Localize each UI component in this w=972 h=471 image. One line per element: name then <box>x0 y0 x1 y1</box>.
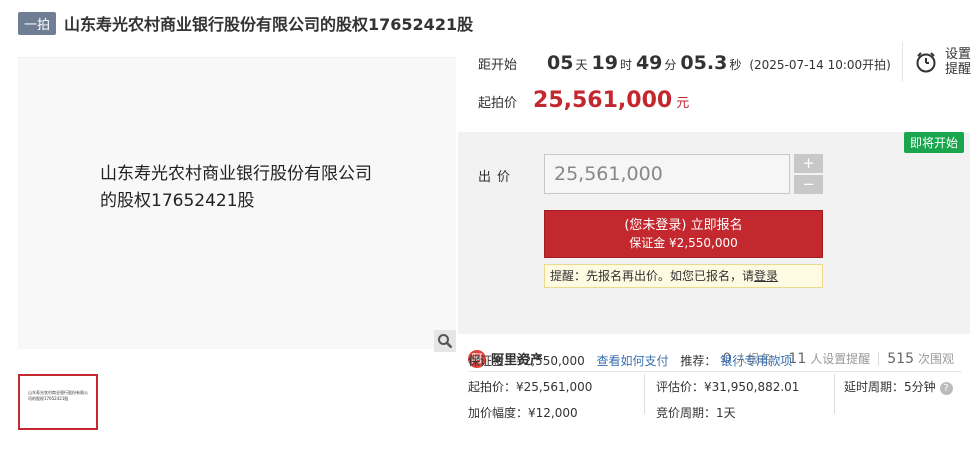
bid-stepper: + − <box>794 154 823 196</box>
detail-bid-period: 竞价周期：1天 <box>656 406 736 420</box>
view-count-label: 次围观 <box>917 352 954 366</box>
main-image-text: 山东寿光农村商业银行股份有限公司 的股权17652421股 <box>100 161 400 215</box>
recommend-label: 推荐： <box>680 354 717 368</box>
main-image-line2: 的股权17652421股 <box>100 191 255 211</box>
start-price-label: 起拍价 <box>478 96 518 111</box>
main-image-line1: 山东寿光农村商业银行股份有限公司 <box>100 164 372 184</box>
bid-input[interactable]: 25,561,000 <box>544 154 790 194</box>
detail-appraisal: 评估价：¥31,950,882.01 <box>656 380 800 394</box>
start-price-row: 起拍价 25,561,000 元 <box>478 88 689 113</box>
status-badge: 即将开始 <box>903 132 964 153</box>
thumbnail-text: 山东寿光农村商业银行股份有限公司的股权17652421股 <box>28 390 88 401</box>
countdown-days-unit: 天 <box>575 58 588 72</box>
countdown-seconds-unit: 秒 <box>729 58 742 72</box>
zoom-button[interactable] <box>434 330 456 352</box>
start-price-unit: 元 <box>676 96 690 111</box>
reminder-count-label: 人设置提醒 <box>810 352 871 366</box>
divider <box>834 374 835 414</box>
set-reminder-label: 设置提醒 <box>945 47 972 77</box>
countdown-minutes: 49 <box>635 52 663 74</box>
countdown-days: 05 <box>547 52 574 74</box>
auction-round-badge: 一拍 <box>18 11 57 35</box>
thumbnail[interactable]: 山东寿光农村商业银行股份有限公司的股权17652421股 <box>18 374 98 430</box>
login-link[interactable]: 登录 <box>754 269 778 283</box>
decrease-bid-button[interactable]: − <box>794 175 823 194</box>
set-reminder-button[interactable]: 设置提醒 <box>902 42 972 82</box>
deposit-text: 保证金：¥2,550,000 <box>468 354 585 368</box>
countdown-seconds: 05.3 <box>680 52 728 74</box>
signup-button[interactable]: (您未登录) 立即报名 保证金 ¥2,550,000 <box>544 210 823 258</box>
bid-label: 出价 <box>478 170 517 185</box>
delay-period-text: 延时周期：5分钟 <box>844 380 936 394</box>
countdown-label: 距开始 <box>478 58 518 73</box>
signup-deposit-label: 保证金 ¥2,550,000 <box>629 236 738 250</box>
divider <box>902 42 903 82</box>
divider <box>644 374 645 414</box>
alarm-clock-icon <box>916 52 936 73</box>
view-count: 515 次围观 <box>879 350 962 367</box>
reminder-count: 11 人设置提醒 <box>780 350 878 367</box>
signup-button-label: (您未登录) 立即报名 <box>624 218 743 233</box>
detail-increment: 加价幅度：¥12,000 <box>468 406 578 420</box>
login-hint: 提醒：先报名再出价。如您已报名，请登录 <box>544 264 823 288</box>
help-icon[interactable]: ? <box>939 382 953 395</box>
how-to-pay-link[interactable]: 查看如何支付 <box>597 354 669 368</box>
countdown-hours-unit: 时 <box>619 58 632 72</box>
start-time: (2025-07-14 10:00开拍) <box>749 58 891 72</box>
deposit-info: 保证金：¥2,550,000 查看如何支付 推荐： 银行专用款项 <box>468 352 792 369</box>
countdown-minutes-unit: 分 <box>664 58 677 72</box>
view-count-value: 515 <box>887 351 914 367</box>
increase-bid-button[interactable]: + <box>794 154 823 173</box>
title-row: 一拍 山东寿光农村商业银行股份有限公司的股权17652421股 <box>18 11 474 35</box>
bid-panel: 即将开始 出价 25,561,000 + − (您未登录) 立即报名 保证金 ¥… <box>458 132 970 334</box>
countdown-hours: 19 <box>591 52 618 74</box>
detail-delay-period: 延时周期：5分钟? <box>844 378 953 395</box>
magnifier-icon <box>438 334 453 349</box>
start-price-value: 25,561,000 <box>533 88 673 113</box>
page-title: 山东寿光农村商业银行股份有限公司的股权17652421股 <box>64 15 474 34</box>
bank-payment-link[interactable]: 银行专用款项 <box>720 354 792 368</box>
countdown: 距开始 05 天 19 时 49 分 05.3 秒 (2025-07-14 10… <box>478 52 891 74</box>
auction-page: 一拍 山东寿光农村商业银行股份有限公司的股权17652421股 山东寿光农村商业… <box>0 0 972 471</box>
main-image: 山东寿光农村商业银行股份有限公司 的股权17652421股 <box>18 57 456 349</box>
detail-start-price: 起拍价：¥25,561,000 <box>468 380 593 394</box>
login-hint-text: 提醒：先报名再出价。如您已报名，请 <box>550 269 755 283</box>
